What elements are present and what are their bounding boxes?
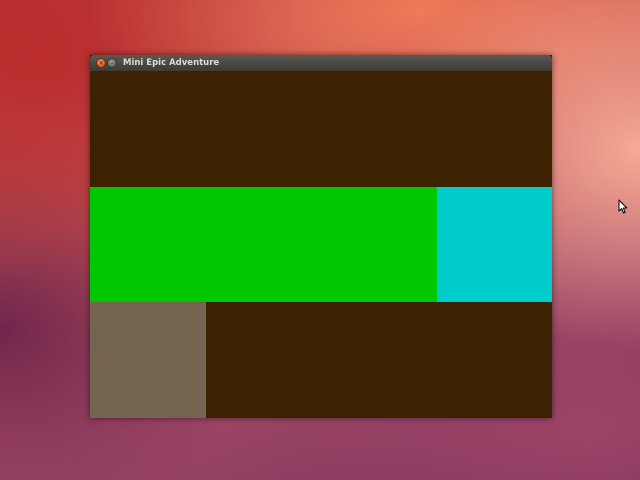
water-block (437, 187, 552, 302)
grass-block (90, 187, 437, 302)
minimize-button[interactable]: – (107, 58, 117, 68)
close-icon: × (98, 59, 104, 67)
minimize-icon: – (110, 59, 114, 67)
window-title: Mini Epic Adventure (123, 58, 220, 68)
stone-block (90, 302, 206, 418)
game-canvas[interactable] (90, 71, 552, 418)
floor-row-3 (206, 302, 552, 418)
game-window[interactable]: × – Mini Epic Adventure (90, 55, 552, 418)
close-button[interactable]: × (96, 58, 106, 68)
floor-row-1 (90, 71, 552, 187)
window-titlebar[interactable]: × – Mini Epic Adventure (90, 55, 552, 71)
mouse-pointer-icon (618, 199, 628, 214)
